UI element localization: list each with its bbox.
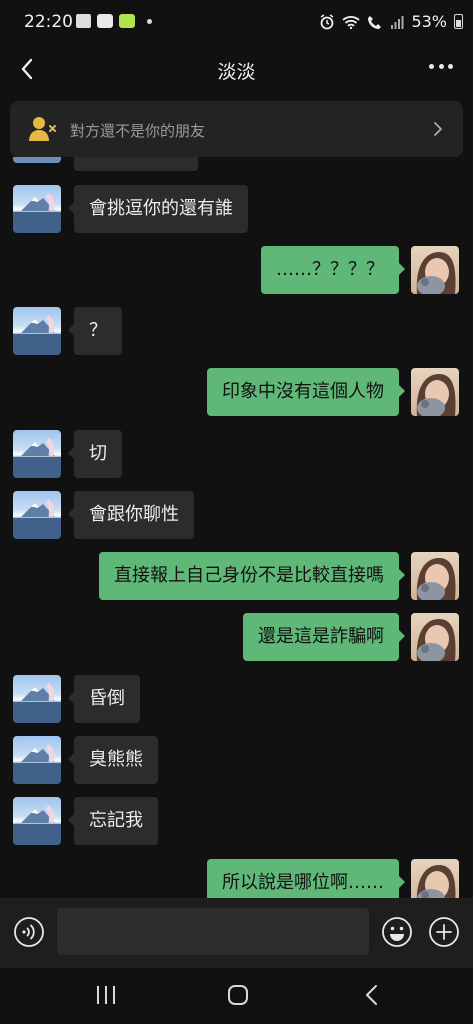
more-options-button[interactable] [429, 64, 453, 72]
webtoon-icon [97, 14, 113, 28]
message-bubble[interactable]: 直接報上自己身份不是比較直接嗎 [99, 552, 405, 600]
message-bubble[interactable]: 切 [68, 430, 122, 478]
message-incoming: 臭熊熊 [0, 736, 473, 784]
message-bubble[interactable]: ……？？？？ [261, 246, 405, 294]
message-incoming: 會挑逗你的還有誰 [0, 185, 473, 233]
message-bubble[interactable]: 忘記我 [68, 797, 158, 845]
not-friend-notice-text: 對方還不是你的朋友 [70, 122, 206, 140]
chat-header: 淡淡 [0, 46, 473, 94]
dot-icon [448, 64, 453, 69]
battery-icon [454, 14, 463, 29]
user-avatar[interactable] [411, 552, 459, 600]
contact-avatar[interactable] [13, 675, 61, 723]
message-incoming: 忘記我 [0, 797, 473, 845]
home-button[interactable] [226, 983, 250, 1007]
contact-avatar[interactable] [13, 430, 61, 478]
contact-avatar[interactable] [13, 797, 61, 845]
message-bubble[interactable]: ？ [68, 307, 122, 355]
dot-icon [429, 64, 434, 69]
message-incoming: ？ [0, 307, 473, 355]
not-friend-notice[interactable]: 對方還不是你的朋友 [10, 101, 463, 157]
message-bubble[interactable]: 會挑逗你的還有誰 [68, 185, 248, 233]
message-outgoing: 印象中沒有這個人物 [0, 368, 473, 416]
message-outgoing: 所以說是哪位啊…… [0, 859, 473, 898]
message-incoming: 會跟你聊性 [0, 491, 473, 539]
emoji-button[interactable] [381, 916, 413, 948]
avatar-partial [13, 157, 61, 163]
add-more-button[interactable] [428, 916, 460, 948]
message-bubble-partial [74, 157, 198, 171]
nav-back-button[interactable] [362, 983, 382, 1007]
message-outgoing: ……？？？？ [0, 246, 473, 294]
alarm-icon [321, 13, 334, 29]
wifi-call-icon [368, 15, 382, 29]
contact-avatar[interactable] [13, 491, 61, 539]
message-bubble[interactable]: 臭熊熊 [68, 736, 158, 784]
user-avatar[interactable] [411, 859, 459, 898]
contact-avatar[interactable] [13, 307, 61, 355]
message-bubble[interactable]: 昏倒 [68, 675, 140, 723]
voice-input-button[interactable] [13, 916, 45, 948]
user-avatar[interactable] [411, 613, 459, 661]
status-time: 22:20 [24, 12, 73, 32]
message-bubble[interactable]: 所以說是哪位啊…… [207, 859, 405, 898]
message-bubble[interactable]: 會跟你聊性 [68, 491, 194, 539]
message-bubble[interactable]: 還是這是詐騙啊 [243, 613, 405, 661]
status-left-icons [76, 14, 152, 28]
message-input[interactable] [57, 908, 369, 955]
message-bubble[interactable]: 印象中沒有這個人物 [207, 368, 405, 416]
status-right: 53% [319, 12, 463, 31]
line-icon [119, 14, 135, 28]
gallery-icon [76, 14, 91, 28]
user-avatar[interactable] [411, 246, 459, 294]
dot-icon [438, 64, 444, 69]
message-outgoing: 還是這是詐騙啊 [0, 613, 473, 661]
battery-percent: 53% [411, 12, 447, 31]
notification-dot-icon [147, 18, 152, 24]
system-nav-bar [0, 968, 473, 1024]
input-bar [0, 898, 473, 968]
wifi-icon [342, 15, 361, 29]
user-avatar[interactable] [411, 368, 459, 416]
signal-icon [391, 15, 404, 29]
message-outgoing: 直接報上自己身份不是比較直接嗎 [0, 552, 473, 600]
recent-apps-button[interactable] [94, 984, 118, 1006]
status-bar: 22:20 53% [0, 0, 473, 46]
chat-title: 淡淡 [217, 61, 256, 83]
add-friend-icon [29, 117, 56, 141]
message-list[interactable]: 會挑逗你的還有誰 ……？？？？ ？ 印象中沒有這個人物 切 會跟你聊性 直接報上… [0, 157, 473, 898]
message-incoming: 切 [0, 430, 473, 478]
contact-avatar[interactable] [13, 185, 61, 233]
chevron-right-icon [434, 122, 442, 136]
contact-avatar[interactable] [13, 736, 61, 784]
message-incoming: 昏倒 [0, 675, 473, 723]
